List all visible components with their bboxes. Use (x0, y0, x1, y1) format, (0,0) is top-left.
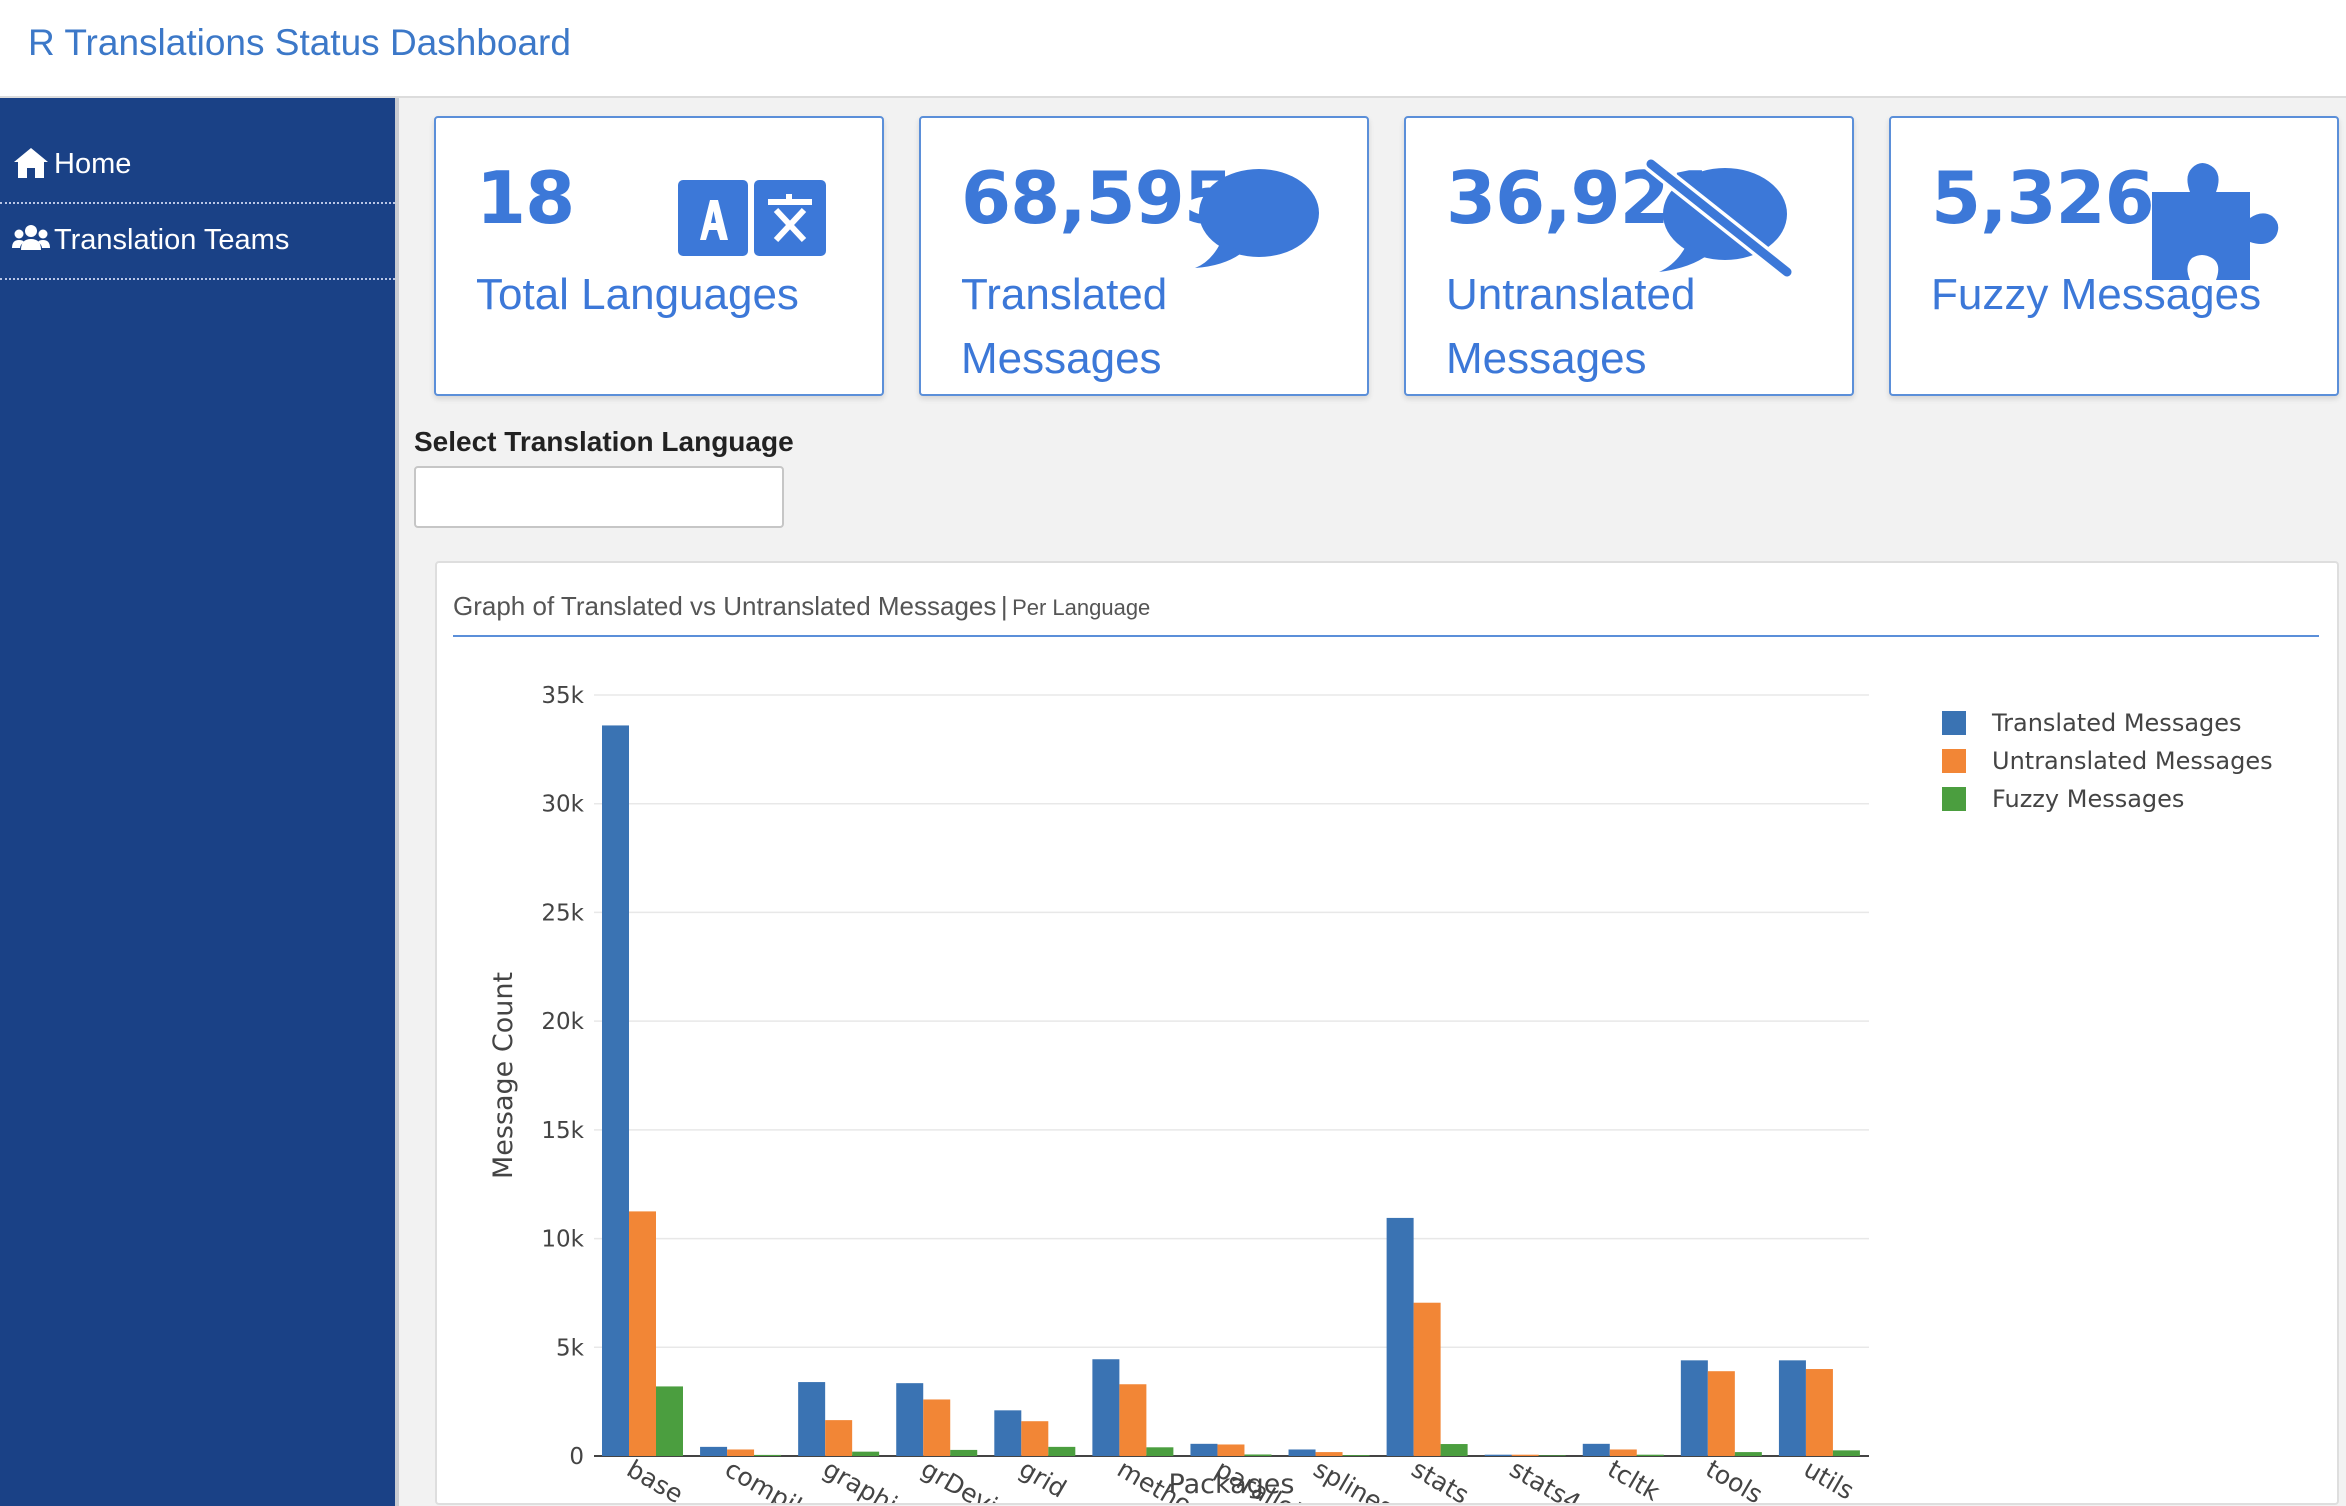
y-axis-title: Message Count (488, 972, 519, 1179)
app-title: R Translations Status Dashboard (28, 22, 571, 63)
bar (1190, 1443, 1218, 1456)
bar (852, 1451, 880, 1456)
stat-card-fuzzy: 5,326 Fuzzy Messages (1889, 116, 2339, 396)
stat-label: Total Languages (476, 270, 799, 319)
legend-label: Translated Messages (1991, 709, 2242, 737)
language-select[interactable] (414, 466, 784, 528)
y-tick-label: 35k (541, 683, 584, 709)
x-tick-label: stats4 (1505, 1454, 1586, 1503)
bar (1146, 1447, 1174, 1456)
bar (1217, 1444, 1245, 1456)
users-icon (12, 225, 50, 250)
x-tick-label: tcltk (1603, 1454, 1665, 1503)
x-axis-title: Packages (1169, 1469, 1295, 1500)
bar (1413, 1302, 1441, 1456)
sidebar-item-label: Translation Teams (54, 224, 290, 256)
bar (602, 725, 629, 1456)
stat-card-translated: 68,595 Translated Messages (919, 116, 1369, 396)
bar (896, 1383, 924, 1456)
legend-swatch (1942, 787, 1966, 811)
sidebar-item-translation-teams[interactable]: Translation Teams (0, 204, 395, 280)
bar (727, 1449, 755, 1456)
bar-chart: 0 5k 10k 15k 20k 25k 30k 35k base compilergraphic… (488, 683, 2273, 1503)
x-tick-label: grid (1014, 1454, 1071, 1503)
stat-card-untranslated: 36,921 Untranslated Messages (1404, 116, 1854, 396)
bar (1734, 1452, 1762, 1456)
bar (1609, 1449, 1637, 1456)
bar (1048, 1446, 1076, 1456)
puzzle-piece-icon (2152, 163, 2279, 280)
y-tick-label: 5k (556, 1335, 585, 1361)
x-tick-label: compiler (720, 1454, 829, 1503)
bar (700, 1446, 728, 1456)
legend-label: Fuzzy Messages (1992, 785, 2184, 813)
bar (1244, 1454, 1272, 1456)
bar (825, 1420, 853, 1456)
main-content: 18 Total Languages 68,595 Translated Mes… (399, 98, 2346, 1506)
bar (1805, 1369, 1833, 1456)
bar (950, 1449, 978, 1456)
sidebar-item-label: Home (54, 148, 132, 180)
sidebar: Home Translation Teams (0, 98, 399, 1506)
chart-panel-separator: | (1000, 591, 1008, 621)
select-language-label: Select Translation Language (414, 426, 794, 457)
bar (1021, 1421, 1049, 1456)
x-tick-label: stats (1407, 1454, 1474, 1503)
language-icon (678, 180, 826, 256)
bar (1778, 1360, 1806, 1456)
bar (1342, 1455, 1370, 1456)
y-tick-label: 15k (541, 1118, 584, 1144)
y-tick-label: 0 (569, 1444, 584, 1470)
bar (1386, 1217, 1414, 1456)
bar (1119, 1384, 1147, 1456)
y-tick-label: 10k (541, 1227, 584, 1253)
bar (1288, 1449, 1316, 1456)
bar (1707, 1371, 1735, 1456)
bar (1832, 1450, 1860, 1456)
top-bar: R Translations Status Dashboard (0, 0, 2346, 98)
bar (1636, 1454, 1664, 1456)
x-tick-label: base (622, 1454, 688, 1503)
bar (1315, 1452, 1343, 1456)
x-tick-label: tools (1701, 1454, 1768, 1503)
chart-panel-title: Graph of Translated vs Untranslated Mess… (453, 591, 997, 621)
y-tick-label: 30k (541, 792, 584, 818)
x-tick-label: splines (1309, 1454, 1399, 1503)
x-tick-label: utils (1799, 1454, 1859, 1503)
bar (629, 1211, 656, 1456)
bar (1538, 1455, 1566, 1456)
chart-panel-subtitle: Per Language (1012, 595, 1151, 620)
home-icon (14, 148, 48, 178)
x-tick-label: graphics (818, 1454, 925, 1503)
bar (656, 1386, 683, 1456)
stat-label: Translated Messages (961, 270, 1168, 383)
chart-panel: Graph of Translated vs Untranslated Mess… (435, 561, 2339, 1505)
comment-slash-icon (1643, 156, 1795, 280)
bar (798, 1382, 826, 1456)
stat-card-languages: 18 Total Languages (434, 116, 884, 396)
bar (1484, 1454, 1512, 1456)
bar (923, 1399, 951, 1456)
bar (1092, 1359, 1120, 1456)
legend-swatch (1942, 711, 1966, 735)
bar (994, 1410, 1022, 1456)
sidebar-item-home[interactable]: Home (0, 128, 395, 204)
bar (1582, 1443, 1610, 1456)
legend-swatch (1942, 749, 1966, 773)
y-tick-label: 25k (541, 900, 584, 926)
bar (1680, 1360, 1708, 1456)
bar (1511, 1454, 1539, 1456)
bar (1440, 1444, 1468, 1456)
legend-label: Untranslated Messages (1992, 747, 2273, 775)
stat-value: 5,326 (1931, 156, 2155, 240)
stat-label: Untranslated Messages (1446, 270, 1696, 383)
stat-value: 18 (476, 156, 575, 240)
comment-icon (1195, 169, 1319, 268)
bar (754, 1454, 782, 1456)
y-tick-label: 20k (541, 1009, 584, 1035)
